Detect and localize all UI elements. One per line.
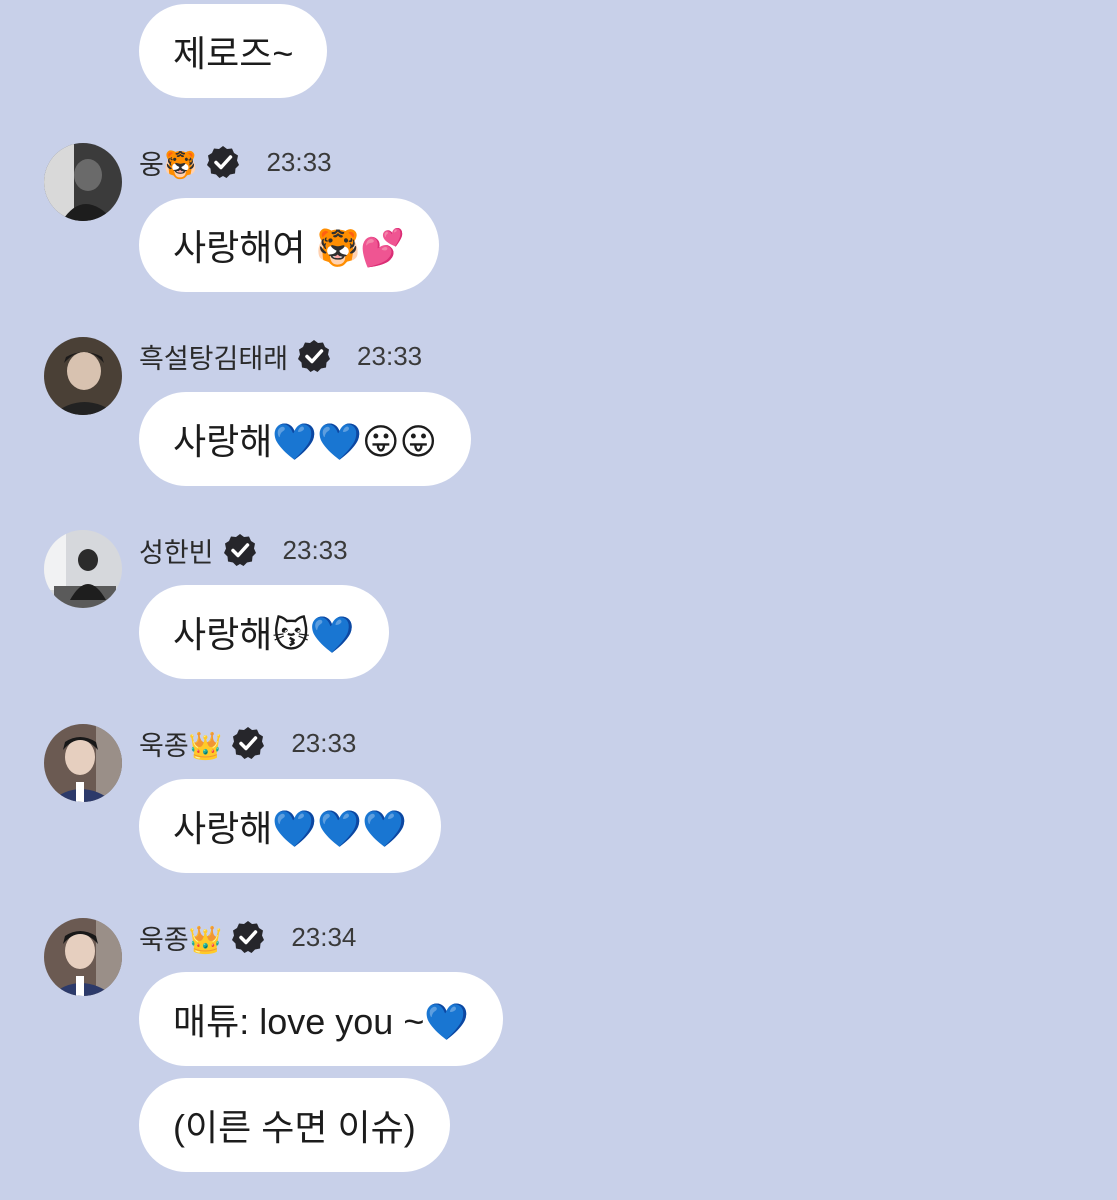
message-time: 23:33 (266, 146, 332, 177)
verified-badge-icon (298, 340, 331, 372)
avatar-photo-icon (44, 724, 122, 802)
message-text: 매튜: love you ~💙 (173, 1001, 470, 1042)
avatar-taerae[interactable] (44, 337, 122, 415)
message-time: 23:33 (282, 534, 348, 565)
message-text: 사랑해😽💙 (173, 614, 355, 655)
message-bubble[interactable]: (이른 수면 이슈) (139, 1078, 450, 1172)
message-header: 웅🐯 23:33 (139, 142, 332, 182)
verified-badge-icon (232, 921, 265, 953)
message-text: 사랑해💙💙😛😛 (173, 421, 438, 462)
message-time: 23:34 (291, 921, 357, 952)
message-bubble[interactable]: 매튜: love you ~💙 (139, 972, 504, 1066)
avatar-ukjong[interactable] (44, 918, 122, 996)
message-bubble[interactable]: 사랑해😽💙 (139, 585, 389, 679)
message-bubble[interactable]: 사랑해💙💙😛😛 (139, 392, 472, 486)
avatar-woong[interactable] (44, 143, 122, 221)
message-bubble[interactable]: 제로즈~ (139, 4, 328, 98)
message-time: 23:33 (357, 340, 423, 371)
avatar-ukjong[interactable] (44, 724, 122, 802)
sender-name[interactable]: 성한빈 (139, 531, 214, 570)
avatar-photo-icon (44, 143, 122, 221)
verified-badge-icon (207, 146, 240, 178)
sender-name[interactable]: 웅🐯 (139, 143, 197, 182)
sender-name[interactable]: 욱종👑 (139, 724, 222, 763)
avatar-photo-icon (44, 337, 122, 415)
message-text: 제로즈~ (173, 33, 294, 74)
message-time: 23:33 (291, 727, 357, 758)
message-header: 욱종👑 23:33 (139, 723, 356, 763)
verified-badge-icon (232, 727, 265, 759)
message-header: 욱종👑 23:34 (139, 917, 356, 957)
message-text: 사랑해💙💙💙 (173, 808, 407, 849)
avatar-photo-icon (44, 918, 122, 996)
message-bubble[interactable]: 사랑해여 🐯💕 (139, 198, 440, 292)
avatar-hanbin[interactable] (44, 530, 122, 608)
message-bubble[interactable]: 사랑해💙💙💙 (139, 779, 441, 873)
avatar-photo-icon (44, 530, 122, 608)
sender-name[interactable]: 흑설탕김태래 (139, 337, 288, 376)
message-text: 사랑해여 🐯💕 (173, 227, 406, 268)
message-header: 성한빈 23:33 (139, 530, 348, 570)
sender-name[interactable]: 욱종👑 (139, 918, 222, 957)
verified-badge-icon (223, 534, 256, 566)
message-header: 흑설탕김태래 23:33 (139, 336, 422, 376)
message-text: (이른 수면 이슈) (173, 1107, 416, 1148)
